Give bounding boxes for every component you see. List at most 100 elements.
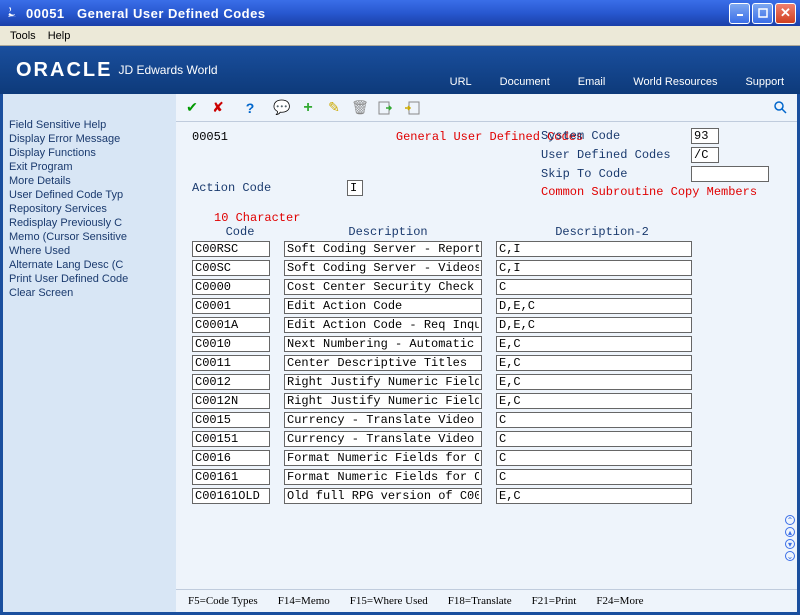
link-world-resources[interactable]: World Resources [633, 76, 717, 88]
search-icon[interactable] [773, 100, 789, 116]
menu-tools[interactable]: Tools [4, 28, 42, 44]
sidebar-item[interactable]: Display Error Message [9, 132, 172, 146]
udc-label: User Defined Codes [541, 148, 691, 162]
f15[interactable]: F15=Where Used [350, 595, 428, 607]
link-email[interactable]: Email [578, 76, 606, 88]
code-cell[interactable] [192, 412, 270, 428]
code-cell[interactable] [192, 279, 270, 295]
maximize-button[interactable] [752, 3, 773, 24]
sidebar-item[interactable]: Alternate Lang Desc (C [9, 258, 172, 272]
sidebar-item[interactable]: Display Functions [9, 146, 172, 160]
code-cell[interactable] [192, 374, 270, 390]
desc-cell[interactable] [284, 469, 482, 485]
sidebar-item[interactable]: More Details [9, 174, 172, 188]
action-code-label: Action Code [192, 181, 347, 195]
desc-cell[interactable] [284, 393, 482, 409]
content: 00051 General User Defined Codes System … [176, 122, 797, 589]
scroll-top-icon[interactable]: ⌃ [785, 515, 795, 525]
desc2-cell[interactable] [496, 488, 692, 504]
add-icon[interactable]: + [300, 100, 316, 116]
java-icon [4, 5, 20, 21]
desc-cell[interactable] [284, 279, 482, 295]
code-cell[interactable] [192, 298, 270, 314]
oracle-header: ORACLE JD Edwards World URL Document Ema… [0, 46, 800, 94]
f14[interactable]: F14=Memo [278, 595, 330, 607]
desc2-cell[interactable] [496, 241, 692, 257]
desc-cell[interactable] [284, 431, 482, 447]
desc2-cell[interactable] [496, 450, 692, 466]
window-title: 00051 General User Defined Codes [26, 6, 729, 21]
desc2-cell[interactable] [496, 317, 692, 333]
table-row [192, 410, 787, 429]
desc2-cell[interactable] [496, 412, 692, 428]
menu-help[interactable]: Help [42, 28, 77, 44]
f24[interactable]: F24=More [596, 595, 643, 607]
code-cell[interactable] [192, 355, 270, 371]
desc-cell[interactable] [284, 412, 482, 428]
sidebar-item[interactable]: User Defined Code Typ [9, 188, 172, 202]
desc-cell[interactable] [284, 317, 482, 333]
sidebar-item[interactable]: Repository Services [9, 202, 172, 216]
desc2-cell[interactable] [496, 469, 692, 485]
delete-icon[interactable]: 🗑 [352, 100, 368, 116]
code-cell[interactable] [192, 431, 270, 447]
sidebar-item[interactable]: Where Used [9, 244, 172, 258]
f18[interactable]: F18=Translate [448, 595, 512, 607]
code-cell[interactable] [192, 488, 270, 504]
scroll-up-icon[interactable]: ▴ [785, 527, 795, 537]
action-code-field[interactable] [347, 180, 363, 196]
desc-cell[interactable] [284, 374, 482, 390]
desc-cell[interactable] [284, 298, 482, 314]
scroll-bottom-icon[interactable]: ⌄ [785, 551, 795, 561]
link-url[interactable]: URL [450, 76, 472, 88]
udc-field[interactable] [691, 147, 719, 163]
subtitle: Common Subroutine Copy Members [541, 185, 787, 199]
minimize-button[interactable] [729, 3, 750, 24]
desc-cell[interactable] [284, 450, 482, 466]
desc2-cell[interactable] [496, 336, 692, 352]
code-cell[interactable] [192, 336, 270, 352]
scroll-down-icon[interactable]: ▾ [785, 539, 795, 549]
desc2-cell[interactable] [496, 393, 692, 409]
cancel-icon[interactable]: ✘ [210, 100, 226, 116]
sidebar-item[interactable]: Field Sensitive Help [9, 118, 172, 132]
code-cell[interactable] [192, 241, 270, 257]
ok-icon[interactable]: ✔ [184, 100, 200, 116]
sidebar-item[interactable]: Memo (Cursor Sensitive [9, 230, 172, 244]
code-cell[interactable] [192, 393, 270, 409]
desc-cell[interactable] [284, 260, 482, 276]
function-keys: F5=Code Types F14=Memo F15=Where Used F1… [176, 589, 797, 612]
desc2-cell[interactable] [496, 431, 692, 447]
close-button[interactable]: ✕ [775, 3, 796, 24]
desc2-cell[interactable] [496, 374, 692, 390]
link-document[interactable]: Document [500, 76, 550, 88]
desc2-cell[interactable] [496, 355, 692, 371]
f21[interactable]: F21=Print [532, 595, 577, 607]
desc-cell[interactable] [284, 241, 482, 257]
oracle-logo: ORACLE [16, 59, 112, 82]
link-support[interactable]: Support [745, 76, 784, 88]
sidebar-item[interactable]: Exit Program [9, 160, 172, 174]
sidebar-item[interactable]: Redisplay Previously C [9, 216, 172, 230]
sidebar-item[interactable]: Print User Defined Code [9, 272, 172, 286]
code-cell[interactable] [192, 469, 270, 485]
search-program-icon[interactable]: 💬 [274, 100, 290, 116]
import-icon[interactable] [404, 100, 420, 116]
code-cell[interactable] [192, 450, 270, 466]
desc-cell[interactable] [284, 355, 482, 371]
sidebar-item[interactable]: Clear Screen [9, 286, 172, 300]
desc2-cell[interactable] [496, 298, 692, 314]
skip-field[interactable] [691, 166, 769, 182]
desc-cell[interactable] [284, 488, 482, 504]
export-icon[interactable] [378, 100, 394, 116]
edit-icon[interactable]: ✎ [326, 100, 342, 116]
f5[interactable]: F5=Code Types [188, 595, 258, 607]
desc2-cell[interactable] [496, 279, 692, 295]
table-row [192, 315, 787, 334]
code-cell[interactable] [192, 260, 270, 276]
system-code-field[interactable] [691, 128, 719, 144]
code-cell[interactable] [192, 317, 270, 333]
desc2-cell[interactable] [496, 260, 692, 276]
help-icon[interactable]: ? [242, 100, 258, 116]
desc-cell[interactable] [284, 336, 482, 352]
